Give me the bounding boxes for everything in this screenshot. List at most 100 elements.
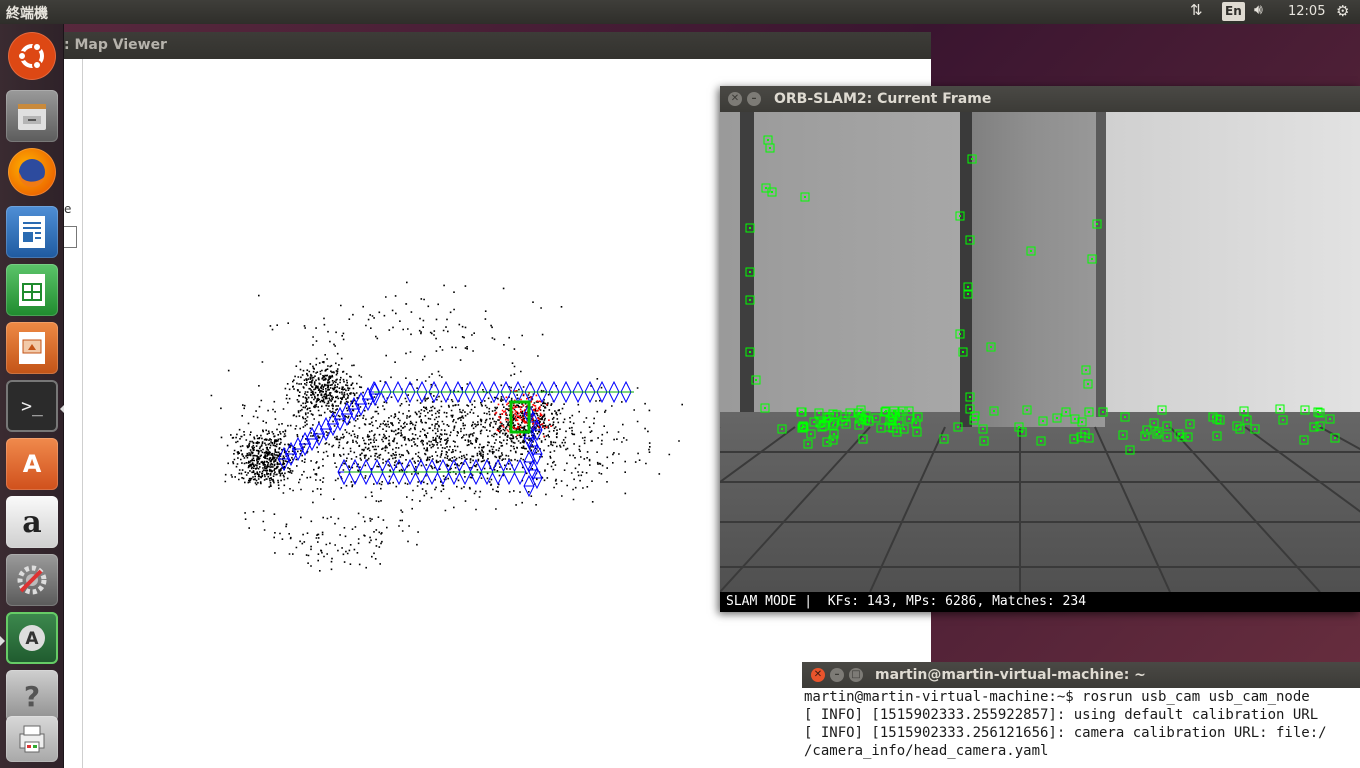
keypoint-center [807,443,809,445]
terminal-icon[interactable]: >_ [6,380,58,432]
keypoint-center [1124,416,1126,418]
file-cabinet-icon[interactable] [6,90,58,142]
presentation-icon[interactable] [6,322,58,374]
keypoint-center [1303,439,1305,441]
active-app-title: 終端機 [6,6,48,22]
keypoint-center [765,187,767,189]
keypoint-center [818,412,820,414]
keypoint-center [993,410,995,412]
terminal-line: [ INFO] [1515902333.256121656]: camera c… [804,725,1327,741]
keypoint-center [959,333,961,335]
keypoint-center [959,215,961,217]
keypoint-center [908,418,910,420]
terminal-titlebar[interactable]: ✕ – □ martin@martin-virtual-machine: ~ [802,662,1360,688]
shopping-bag-icon[interactable]: A [6,438,58,490]
printer-icon[interactable] [6,716,58,762]
keypoint-center [862,438,864,440]
firefox-icon[interactable] [8,148,56,196]
right-wall [1105,112,1360,412]
close-icon[interactable]: ✕ [728,92,742,106]
keypoint-center [1319,412,1321,414]
keypoint-center [1156,433,1158,435]
keypoint-center [1096,223,1098,225]
keypoint-center [819,420,821,422]
document-icon[interactable] [6,206,58,258]
wrench-gear-icon[interactable] [6,554,58,606]
updater-icon[interactable]: A [6,612,58,664]
keypoint-center [982,428,984,430]
keypoint-center [1166,436,1168,438]
keypoint-center [1279,408,1281,410]
current-frame-titlebar[interactable]: ✕ – ORB-SLAM2: Current Frame [720,86,1360,112]
keypoint-center [1239,428,1241,430]
keypoint-center [1304,409,1306,411]
keypoint-center [1161,409,1163,411]
network-icon[interactable]: ⇅ [1190,1,1203,19]
keypoint-center [962,351,964,353]
menu-label: e [64,202,72,216]
amazon-icon[interactable]: a [6,496,58,548]
keypoint-center [749,351,751,353]
keypoint-center [1026,409,1028,411]
keypoint-center [1102,411,1104,413]
help-icon[interactable]: ? [6,670,58,722]
keypoint-center [884,411,886,413]
keypoint-center [1074,418,1076,420]
keypoint-center [1189,423,1191,425]
camera-frame-image [720,112,1360,592]
maximize-icon[interactable]: □ [849,668,863,682]
menu-input-box[interactable] [64,226,77,248]
terminal-line: martin@martin-virtual-machine:~$ rosrun … [804,689,1310,705]
keypoint-center [1254,428,1256,430]
keypoint-center [755,379,757,381]
keypoint-center [833,422,835,424]
keypoint-center [1065,411,1067,413]
keypoint-center [810,433,812,435]
keypoint-center [1216,435,1218,437]
concrete-pillar [960,112,1105,427]
keypoint-center [969,396,971,398]
spreadsheet-icon[interactable] [6,264,58,316]
keypoint-center [771,191,773,193]
keypoint-center [1081,421,1083,423]
keypoint-center [1056,417,1058,419]
keypoint-center [880,427,882,429]
keypoint-center [1040,440,1042,442]
keypoint-center [969,239,971,241]
current-frame-title: ORB-SLAM2: Current Frame [774,91,992,107]
keypoint-center [908,410,910,412]
keypoint-center [804,196,806,198]
keypoint-center [1042,420,1044,422]
terminal-window: ✕ – □ martin@martin-virtual-machine: ~ m… [802,662,1360,768]
keypoint-center [1088,437,1090,439]
keypoint-center [875,417,877,419]
keypoint-center [898,423,900,425]
keypoint-center [1334,437,1336,439]
keypoint-center [781,428,783,430]
terminal-output[interactable]: martin@martin-virtual-machine:~$ rosrun … [802,688,1360,768]
close-icon[interactable]: ✕ [811,668,825,682]
minimize-icon[interactable]: – [830,668,844,682]
map-viewer-menu-panel: e [64,59,83,768]
map-viewer-titlebar[interactable]: : Map Viewer [64,32,931,59]
keypoint-center [1329,418,1331,420]
keypoint-center [1122,434,1124,436]
svg-text:A: A [25,629,39,649]
camera-frame-scene [720,112,1360,592]
keypoint-center [801,411,803,413]
keypoint-center [1166,425,1168,427]
keyboard-layout-indicator[interactable]: En [1222,2,1245,21]
keypoint-center [1129,449,1131,451]
clock[interactable]: 12:05 [1288,4,1325,19]
keypoint-center [916,431,918,433]
volume-icon[interactable]: 🔊︎ [1254,2,1263,18]
minimize-icon[interactable]: – [747,92,761,106]
keypoint-center [868,420,870,422]
ubuntu-logo-icon[interactable] [8,32,56,80]
settings-icon[interactable]: ⚙ [1336,2,1349,20]
keypoint-center [1088,411,1090,413]
keypoint-center [973,419,975,421]
tiled-floor [720,412,1360,592]
keypoint-center [983,440,985,442]
keypoint-center [801,427,803,429]
